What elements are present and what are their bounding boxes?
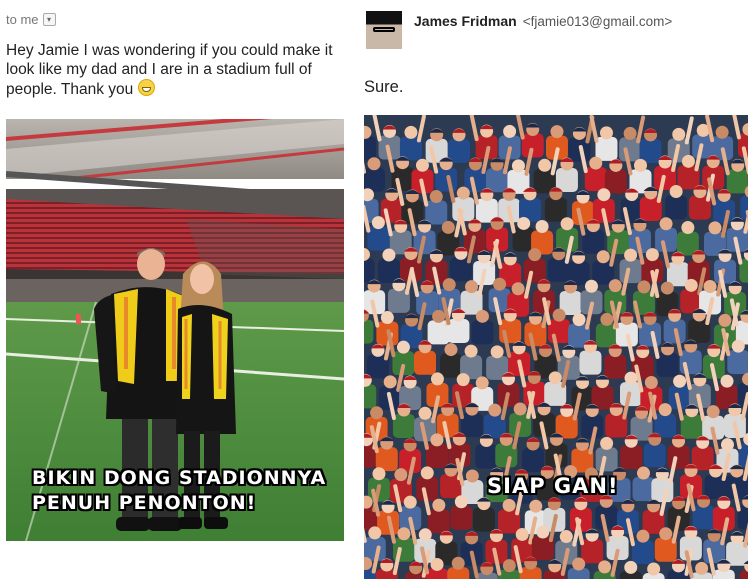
sender-header: James Fridman <fjamie013@gmail.com> bbox=[414, 13, 672, 29]
request-text: Hey Jamie I was wondering if you could m… bbox=[6, 42, 333, 98]
crowd-photo bbox=[364, 115, 748, 579]
caption-line-1: BIKIN DONG STADIONNYA bbox=[32, 467, 327, 489]
sender-email: <fjamie013@gmail.com> bbox=[522, 14, 673, 29]
right-photo-caption: SIAP GAN! bbox=[487, 474, 619, 498]
request-message: Hey Jamie I was wondering if you could m… bbox=[6, 41, 358, 99]
reply-text: Sure. bbox=[364, 78, 404, 96]
left-photo-caption: BIKIN DONG STADIONNYA PENUH PENONTON! bbox=[32, 466, 326, 516]
to-me-text: to me bbox=[6, 12, 39, 27]
sender-name[interactable]: James Fridman bbox=[414, 13, 517, 29]
grinning-face-emoji-icon bbox=[137, 79, 155, 96]
glasses-icon bbox=[373, 27, 395, 32]
chevron-down-icon[interactable]: ▾ bbox=[42, 13, 56, 26]
sender-avatar[interactable] bbox=[366, 11, 402, 49]
recipient-label: to me ▾ bbox=[6, 12, 56, 27]
caption-line-2: PENUH PENONTON! bbox=[32, 492, 257, 514]
